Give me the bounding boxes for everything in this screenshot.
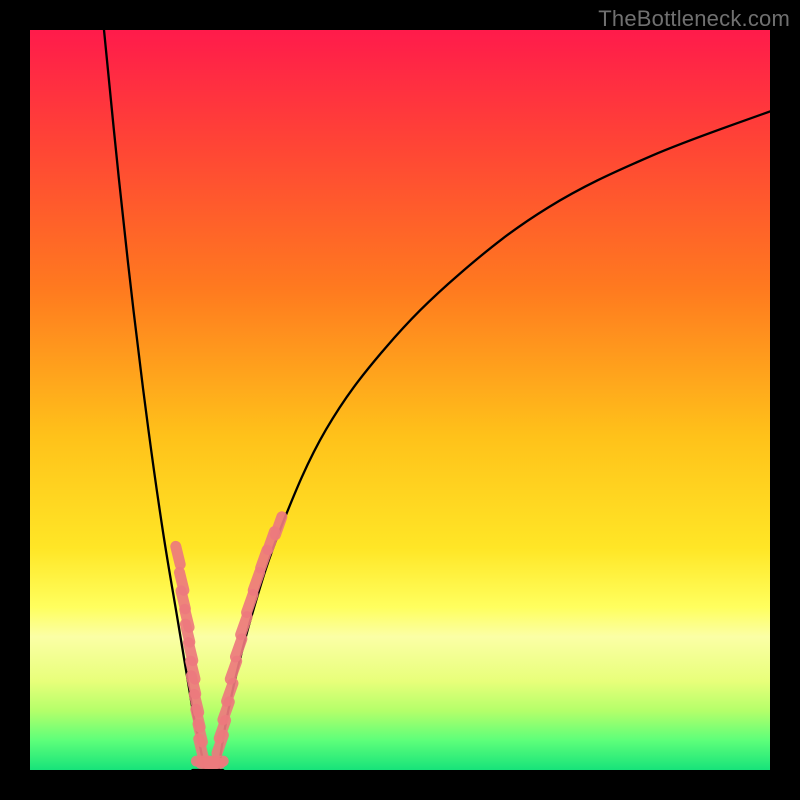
scatter-dot [241, 617, 247, 635]
scatter-dot [230, 661, 236, 679]
watermark-text: TheBottleneck.com [598, 6, 790, 32]
scatter-dot [227, 683, 233, 701]
scatter-dot [247, 595, 253, 613]
chart-stage: TheBottleneck.com [0, 0, 800, 800]
scatter-dot [235, 639, 241, 657]
plot-area [30, 30, 770, 770]
scatter-dot [253, 572, 259, 590]
scatter-dot [199, 739, 203, 757]
scatter-dot [176, 546, 180, 564]
bottleneck-curve [104, 30, 770, 770]
chart-svg [30, 30, 770, 770]
scatter-dot [275, 517, 281, 535]
scatter-dots [176, 517, 282, 764]
